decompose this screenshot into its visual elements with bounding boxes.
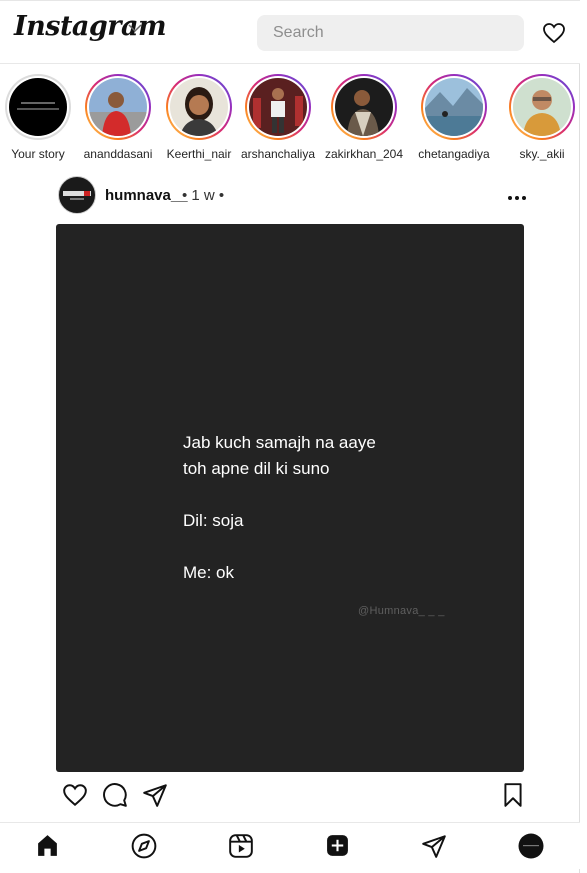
- story-name: ananddasani: [83, 147, 153, 161]
- comment-icon[interactable]: [102, 782, 128, 808]
- send-icon[interactable]: [142, 782, 168, 808]
- post-line: Jab kuch samajh na aaye: [183, 433, 376, 452]
- avatar: [170, 78, 228, 136]
- post-header: humnava__ • 1 w •: [58, 176, 528, 214]
- create-icon[interactable]: [325, 833, 350, 858]
- story-ring: [245, 74, 311, 140]
- story-your-story[interactable]: Your story: [0, 74, 78, 161]
- stories-tray: Your story ananddasani Keerthi_nair arsh…: [0, 74, 580, 166]
- story-name: arshanchaliya: [240, 147, 316, 161]
- bottom-navigation: [0, 822, 580, 869]
- post-line: Me: ok: [183, 563, 235, 582]
- story-ring: [85, 74, 151, 140]
- like-heart-icon[interactable]: [62, 782, 88, 808]
- story-sky-akii[interactable]: sky._akii: [502, 74, 582, 161]
- avatar: [9, 78, 67, 136]
- post-actions: [60, 782, 530, 812]
- avatar: [335, 78, 393, 136]
- story-zakirkhan-204[interactable]: zakirkhan_204: [324, 74, 404, 161]
- story-ananddasani[interactable]: ananddasani: [78, 74, 158, 161]
- avatar: [425, 78, 483, 136]
- story-name: Keerthi_nair: [166, 147, 232, 161]
- story-ring: [166, 74, 232, 140]
- story-name: Your story: [11, 147, 65, 161]
- post-caption-text: Jab kuch samajh na aaye toh apne dil ki …: [183, 430, 376, 586]
- story-name: sky._akii: [519, 147, 565, 161]
- reels-icon[interactable]: [228, 833, 254, 859]
- post-timestamp: • 1 w •: [182, 187, 225, 204]
- messages-icon[interactable]: [421, 833, 447, 859]
- post-line: Dil: soja: [183, 511, 244, 530]
- avatar: [89, 78, 147, 136]
- post-avatar[interactable]: [58, 176, 96, 214]
- story-chetangadiya[interactable]: chetangadiya: [414, 74, 494, 161]
- story-ring: [509, 74, 575, 140]
- explore-icon[interactable]: [131, 833, 157, 859]
- story-keerthi-nair[interactable]: Keerthi_nair: [159, 74, 239, 161]
- story-name: chetangadiya: [418, 147, 490, 161]
- avatar: [249, 78, 307, 136]
- search-input[interactable]: [257, 15, 513, 51]
- heart-icon[interactable]: [542, 22, 566, 44]
- top-bar: Instagram: [0, 0, 580, 64]
- bookmark-icon[interactable]: [500, 782, 526, 808]
- post-username[interactable]: humnava__: [105, 187, 188, 204]
- more-options-icon[interactable]: [506, 184, 528, 208]
- chevron-down-icon[interactable]: [128, 23, 142, 33]
- search-box[interactable]: [257, 15, 524, 51]
- story-ring: [421, 74, 487, 140]
- story-ring: [5, 74, 71, 140]
- instagram-logo[interactable]: Instagram: [14, 11, 167, 42]
- story-arshanchaliya[interactable]: arshanchaliya: [238, 74, 318, 161]
- post-line: toh apne dil ki suno: [183, 459, 330, 478]
- home-icon[interactable]: [35, 833, 60, 858]
- profile-icon[interactable]: [518, 833, 544, 859]
- post-image[interactable]: Jab kuch samajh na aaye toh apne dil ki …: [56, 224, 524, 772]
- story-ring: [331, 74, 397, 140]
- watermark: @Humnava_ _ _: [358, 605, 445, 617]
- story-name: zakirkhan_204: [324, 147, 404, 161]
- avatar: [513, 78, 571, 136]
